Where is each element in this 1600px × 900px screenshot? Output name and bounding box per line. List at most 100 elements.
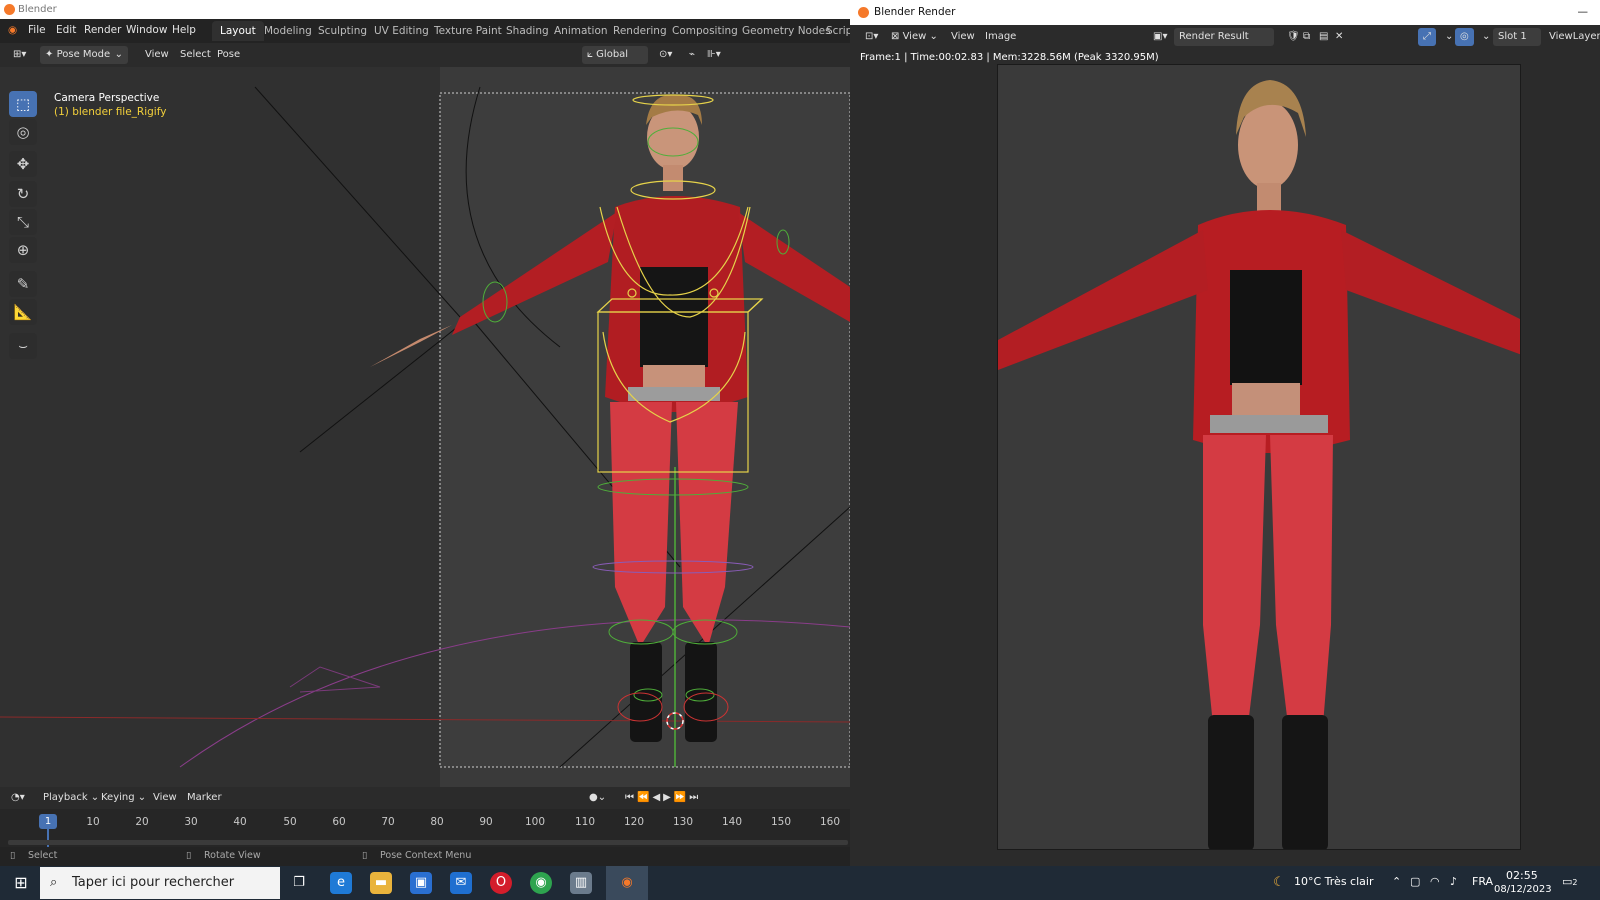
mouse-right-icon: ▯ [362, 850, 368, 861]
windows-taskbar: ⊞ ⌕ Taper ici pour rechercher ❐ e ▬ ▣ ✉ … [0, 866, 1600, 900]
snap-settings-icon[interactable]: ⊪▾ [702, 46, 726, 64]
mouse-middle-icon: ▯ [186, 850, 192, 861]
orientation-dropdown[interactable]: ⟀ Global [582, 46, 648, 64]
menu-view[interactable]: View [140, 46, 174, 64]
language-indicator[interactable]: FRA [1472, 875, 1493, 888]
measure-icon[interactable]: 📐 [9, 299, 37, 325]
store-icon[interactable]: ▣ [410, 872, 432, 894]
slot-dropdown[interactable]: Slot 1 [1493, 28, 1541, 46]
3d-viewport[interactable]: Camera Perspective (1) blender file_Rigi… [0, 67, 850, 787]
volume-icon[interactable]: ♪ [1450, 875, 1457, 888]
menu-image[interactable]: Image [980, 28, 1021, 46]
render-window-title-bar: Blender Render — [850, 0, 1600, 25]
frame-tick: 110 [574, 816, 596, 828]
frame-tick: 130 [672, 816, 694, 828]
menu-select[interactable]: Select [175, 46, 216, 64]
status-select: Select [28, 850, 58, 861]
annotate-icon[interactable]: ✎ [9, 271, 37, 297]
render-window-title: Blender Render [874, 6, 956, 18]
clock-date[interactable]: 08/12/2023 [1494, 884, 1552, 895]
menu-file[interactable]: File [28, 24, 46, 36]
viewport-header: ⊞▾ ✦ Pose Mode ⌄ View Select Pose ⟀ Globa… [0, 43, 850, 67]
current-frame-badge[interactable]: 1 [39, 814, 57, 829]
frame-tick: 100 [524, 816, 546, 828]
frame-tick: 20 [135, 816, 149, 828]
frame-tick: 10 [86, 816, 100, 828]
minimize-icon[interactable]: — [1578, 0, 1589, 25]
app-icon[interactable]: ▥ [570, 872, 592, 894]
select-box-icon[interactable]: ⬚ [9, 91, 37, 117]
record-icon[interactable]: ●⌄ [584, 789, 611, 807]
opera-icon[interactable]: O [490, 872, 512, 894]
taskbar-search[interactable]: ⌕ Taper ici pour rechercher [40, 867, 280, 899]
mail-icon[interactable]: ✉ [450, 872, 472, 894]
blender-taskbar-icon[interactable]: ◉ [606, 866, 648, 900]
playback-label: Playback [43, 792, 88, 803]
status-rotate: Rotate View [204, 850, 261, 861]
editor-type-icon[interactable]: ⊞▾ [8, 46, 31, 64]
view-layer-dropdown[interactable]: ViewLayer [1544, 28, 1600, 46]
file-explorer-icon[interactable]: ▬ [370, 872, 392, 894]
playback-controls[interactable]: ⏮⏪◀▶⏩⏭ [620, 789, 706, 807]
search-icon: ⌕ [50, 875, 58, 890]
status-context: Pose Context Menu [380, 850, 472, 861]
snap-icon[interactable]: ⌁ [684, 46, 700, 64]
timeline-header: ◔▾ Playback ⌄ Keying ⌄ View Marker ●⌄ ⏮⏪… [0, 787, 850, 809]
frame-tick: 70 [381, 816, 395, 828]
clock-time[interactable]: 02:55 [1506, 869, 1538, 882]
bone-roll-icon[interactable]: ⌣ [9, 333, 37, 359]
menu-render[interactable]: Render [84, 24, 121, 36]
menu-keying[interactable]: Keying ⌄ [96, 789, 151, 807]
edge-icon[interactable]: e [330, 872, 352, 894]
cursor-icon[interactable]: ◎ [9, 119, 37, 145]
keying-label: Keying [101, 792, 135, 803]
rendered-character [998, 65, 1520, 849]
menu-render-view[interactable]: View [946, 28, 980, 46]
weather-icon: ☾ [1273, 875, 1285, 890]
transform-icon[interactable]: ⊕ [9, 237, 37, 263]
meet-icon[interactable]: ▢ [1410, 875, 1420, 888]
notification-icon[interactable]: ▭2 [1562, 875, 1578, 888]
menu-pose[interactable]: Pose [212, 46, 245, 64]
image-view-mode[interactable]: ⊠ View ⌄ [886, 28, 943, 46]
frame-tick: 80 [430, 816, 444, 828]
frame-tick: 140 [721, 816, 743, 828]
viewport-object-label: (1) blender file_Rigify [54, 106, 167, 118]
weather-text[interactable]: 10°C Très clair [1294, 875, 1373, 888]
image-editor-type-icon[interactable]: ⊡▾ [860, 28, 883, 46]
timeline-editor[interactable]: ◔▾ Playback ⌄ Keying ⌄ View Marker ●⌄ ⏮⏪… [0, 787, 850, 847]
task-view-icon[interactable]: ❐ [288, 872, 310, 894]
image-name-field[interactable]: Render Result [1174, 28, 1274, 46]
status-bar: ▯ Select ▯ Rotate View ▯ Pose Context Me… [0, 847, 850, 866]
render-result-image[interactable] [997, 64, 1521, 850]
gizmo-icon[interactable]: ⤢ [1418, 28, 1436, 46]
timeline-editor-type-icon[interactable]: ◔▾ [6, 789, 30, 807]
overlay-icon[interactable]: ◎ [1455, 28, 1474, 46]
menu-playback[interactable]: Playback ⌄ [38, 789, 104, 807]
scale-icon[interactable]: ⤡ [9, 209, 37, 235]
image-browse-icon[interactable]: ▣▾ [1148, 28, 1172, 46]
chevron-up-icon[interactable]: ⌃ [1392, 875, 1401, 888]
frame-tick: 120 [623, 816, 645, 828]
tab-scripting[interactable]: Scripting [818, 21, 850, 41]
menu-edit[interactable]: Edit [56, 24, 76, 36]
menu-window[interactable]: Window [126, 24, 167, 36]
unlink-icon[interactable]: ✕ [1330, 28, 1348, 46]
blender-menu-icon[interactable]: ◉ [8, 24, 17, 36]
timeline-scrollbar[interactable] [8, 840, 848, 845]
top-menu-bar: ◉ File Edit Render Window Help Layout Mo… [0, 19, 850, 43]
render-stats: Frame:1 | Time:00:02.83 | Mem:3228.56M (… [860, 52, 1159, 63]
wifi-icon[interactable]: ◠ [1430, 875, 1440, 888]
notification-count: 2 [1572, 878, 1578, 887]
pivot-icon[interactable]: ⊙▾ [654, 46, 677, 64]
menu-timeline-view[interactable]: View [148, 789, 182, 807]
menu-marker[interactable]: Marker [182, 789, 227, 807]
start-icon[interactable]: ⊞ [10, 872, 32, 894]
mode-dropdown[interactable]: ✦ Pose Mode ⌄ [40, 46, 128, 64]
frame-tick: 60 [332, 816, 346, 828]
rotate-icon[interactable]: ↻ [9, 181, 37, 207]
new-image-icon[interactable]: ⧉ [1298, 28, 1315, 46]
chrome-icon[interactable]: ◉ [530, 872, 552, 894]
menu-help[interactable]: Help [172, 24, 196, 36]
move-icon[interactable]: ✥ [9, 151, 37, 177]
